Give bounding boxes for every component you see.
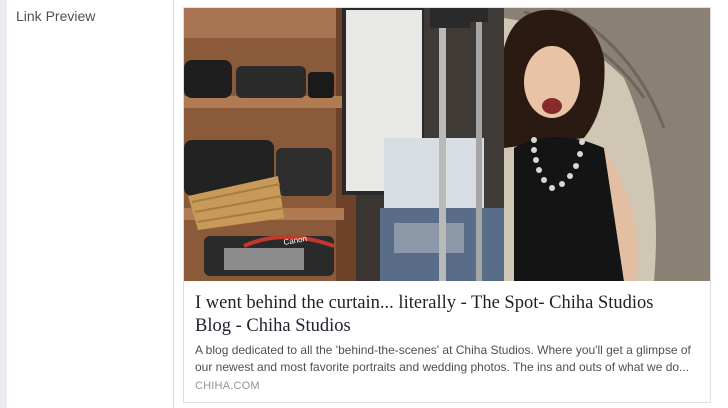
title-line-2: Blog - Chiha Studios xyxy=(195,316,351,336)
link-preview-label: Link Preview xyxy=(16,8,96,24)
title-line-1: I went behind the curtain... literally -… xyxy=(195,293,654,313)
link-preview-title[interactable]: I went behind the curtain... literally -… xyxy=(195,292,700,338)
preview-image[interactable]: Canon xyxy=(184,8,710,281)
link-preview-domain: CHIHA.COM xyxy=(195,380,260,392)
label-column: Link Preview xyxy=(7,0,174,408)
link-preview-card[interactable]: Canon I went behind the curtain... liter… xyxy=(183,7,711,403)
description-line-2: our newest and most favorite portraits a… xyxy=(195,360,690,374)
description-line-1: A blog dedicated to all the 'behind-the-… xyxy=(195,343,691,357)
link-preview-description: A blog dedicated to all the 'behind-the-… xyxy=(195,342,700,376)
page-left-edge xyxy=(0,0,7,408)
